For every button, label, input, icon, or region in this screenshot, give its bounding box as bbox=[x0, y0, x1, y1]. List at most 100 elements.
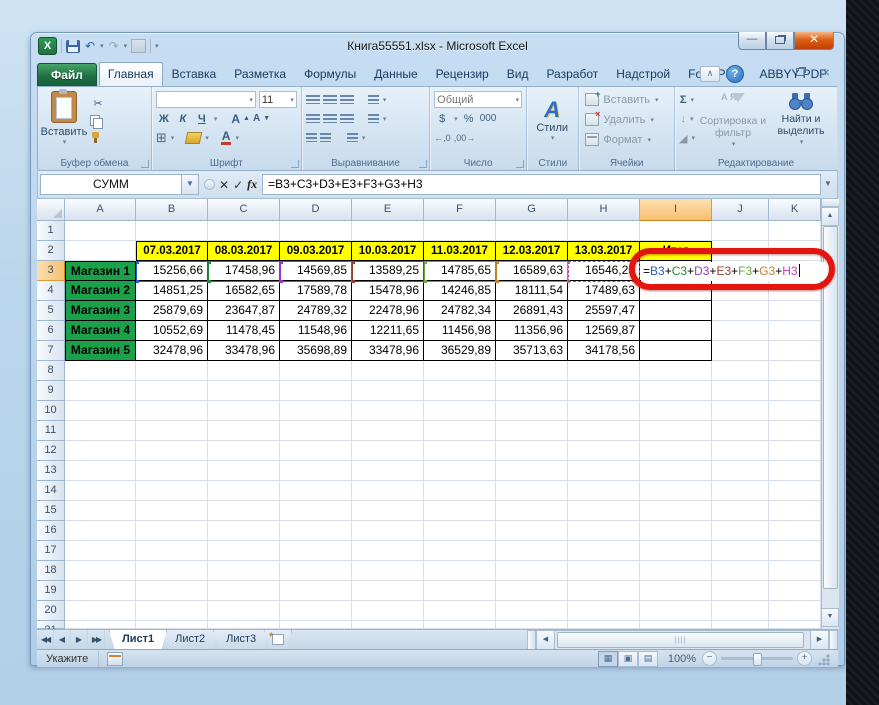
cell-K9[interactable] bbox=[769, 381, 821, 401]
cell-F15[interactable] bbox=[424, 501, 496, 521]
cell-G16[interactable] bbox=[496, 521, 568, 541]
cell-H6[interactable]: 12569,87 bbox=[568, 321, 640, 341]
cell-D14[interactable] bbox=[280, 481, 352, 501]
sheet-tab-Лист1[interactable]: Лист1 bbox=[109, 630, 167, 650]
cell-F2[interactable]: 11.03.2017 bbox=[424, 241, 496, 261]
cell-A13[interactable] bbox=[65, 461, 136, 481]
cell-E13[interactable] bbox=[352, 461, 424, 481]
tab-надстрой[interactable]: Надстрой bbox=[607, 62, 679, 86]
cell-H9[interactable] bbox=[568, 381, 640, 401]
row-header-1[interactable]: 1 bbox=[37, 221, 65, 241]
dialog-launcher-icon[interactable] bbox=[141, 160, 149, 168]
tab-разработ[interactable]: Разработ bbox=[537, 62, 607, 86]
cell-A2[interactable] bbox=[65, 241, 136, 261]
workbook-minimize-icon[interactable]: — bbox=[764, 68, 784, 80]
cell-D12[interactable] bbox=[280, 441, 352, 461]
cell-J7[interactable] bbox=[712, 341, 769, 361]
cell-B17[interactable] bbox=[136, 541, 208, 561]
column-header-C[interactable]: C bbox=[208, 199, 280, 221]
cell-G18[interactable] bbox=[496, 561, 568, 581]
cell-D16[interactable] bbox=[280, 521, 352, 541]
row-header-5[interactable]: 5 bbox=[37, 301, 65, 321]
format-cells-button[interactable]: Формат▾ bbox=[585, 130, 668, 149]
cell-B16[interactable] bbox=[136, 521, 208, 541]
cell-K12[interactable] bbox=[769, 441, 821, 461]
cell-A7[interactable]: Магазин 5 bbox=[65, 341, 136, 361]
normal-view-icon[interactable]: ▦ bbox=[598, 651, 618, 667]
row-header-11[interactable]: 11 bbox=[37, 421, 65, 441]
cell-C12[interactable] bbox=[208, 441, 280, 461]
cell-F8[interactable] bbox=[424, 361, 496, 381]
cell-G14[interactable] bbox=[496, 481, 568, 501]
cell-H11[interactable] bbox=[568, 421, 640, 441]
cell-H17[interactable] bbox=[568, 541, 640, 561]
help-icon[interactable]: ? bbox=[726, 65, 744, 83]
cell-D2[interactable]: 09.03.2017 bbox=[280, 241, 352, 261]
redo-dropdown-icon[interactable]: ▾ bbox=[124, 42, 128, 50]
cell-K21[interactable] bbox=[769, 621, 821, 629]
tab-scroll-split-handle[interactable] bbox=[527, 630, 536, 650]
insert-worksheet-button[interactable] bbox=[264, 630, 292, 650]
vertical-split-handle[interactable] bbox=[822, 199, 839, 207]
undo-icon[interactable]: ↶ bbox=[84, 38, 96, 54]
cell-B5[interactable]: 25879,69 bbox=[136, 301, 208, 321]
cell-F21[interactable] bbox=[424, 621, 496, 629]
cell-C19[interactable] bbox=[208, 581, 280, 601]
column-header-A[interactable]: A bbox=[65, 199, 136, 221]
cell-D13[interactable] bbox=[280, 461, 352, 481]
save-icon[interactable] bbox=[66, 40, 80, 53]
cell-E6[interactable]: 12211,65 bbox=[352, 321, 424, 341]
cell-K6[interactable] bbox=[769, 321, 821, 341]
cell-G21[interactable] bbox=[496, 621, 568, 629]
name-box-dropdown-icon[interactable]: ▼ bbox=[182, 174, 199, 195]
row-header-3[interactable]: 3 bbox=[37, 261, 65, 281]
cell-F7[interactable]: 36529,89 bbox=[424, 341, 496, 361]
cell-K11[interactable] bbox=[769, 421, 821, 441]
column-header-F[interactable]: F bbox=[424, 199, 496, 221]
cell-B14[interactable] bbox=[136, 481, 208, 501]
row-header-7[interactable]: 7 bbox=[37, 341, 65, 361]
name-box[interactable]: СУММ bbox=[40, 174, 182, 195]
row-header-6[interactable]: 6 bbox=[37, 321, 65, 341]
zoom-level[interactable]: 100% bbox=[664, 653, 696, 665]
previous-sheet-icon[interactable]: ◀ bbox=[54, 630, 71, 650]
cell-H4[interactable]: 17489,63 bbox=[568, 281, 640, 301]
cell-D5[interactable]: 24789,32 bbox=[280, 301, 352, 321]
cell-K20[interactable] bbox=[769, 601, 821, 621]
cell-E17[interactable] bbox=[352, 541, 424, 561]
cell-B3[interactable]: 15256,66 bbox=[136, 261, 208, 281]
dialog-launcher-icon[interactable] bbox=[516, 160, 524, 168]
cell-I19[interactable] bbox=[640, 581, 712, 601]
font-size-select[interactable]: 11▾ bbox=[259, 91, 297, 108]
borders-icon[interactable]: ⊞ bbox=[156, 131, 167, 145]
cell-J5[interactable] bbox=[712, 301, 769, 321]
cell-C5[interactable]: 23647,87 bbox=[208, 301, 280, 321]
cell-G9[interactable] bbox=[496, 381, 568, 401]
paste-button[interactable]: Вставить ▾ bbox=[40, 89, 88, 153]
tab-file[interactable]: Файл bbox=[37, 63, 97, 86]
decrease-indent-icon[interactable] bbox=[306, 133, 317, 142]
cell-G12[interactable] bbox=[496, 441, 568, 461]
cell-E10[interactable] bbox=[352, 401, 424, 421]
redo-icon[interactable]: ↷ bbox=[108, 38, 120, 54]
number-format-select[interactable]: Общий▾ bbox=[434, 91, 522, 108]
row-header-8[interactable]: 8 bbox=[37, 361, 65, 381]
cell-B1[interactable] bbox=[136, 221, 208, 241]
cell-B15[interactable] bbox=[136, 501, 208, 521]
horizontal-split-handle[interactable] bbox=[829, 630, 838, 650]
cell-C17[interactable] bbox=[208, 541, 280, 561]
cell-A17[interactable] bbox=[65, 541, 136, 561]
cell-D15[interactable] bbox=[280, 501, 352, 521]
scroll-up-icon[interactable]: ▲ bbox=[822, 207, 839, 226]
excel-logo-icon[interactable]: X bbox=[38, 37, 57, 55]
scroll-down-icon[interactable]: ▼ bbox=[822, 608, 839, 627]
cell-B9[interactable] bbox=[136, 381, 208, 401]
cell-A15[interactable] bbox=[65, 501, 136, 521]
cell-H14[interactable] bbox=[568, 481, 640, 501]
cell-H19[interactable] bbox=[568, 581, 640, 601]
cell-D3[interactable]: 14569,85 bbox=[280, 261, 352, 281]
title-bar[interactable]: X ↶▾ ↷▾ ▾ Книга55551.xlsx - Microsoft Ex… bbox=[31, 33, 844, 61]
cell-D21[interactable] bbox=[280, 621, 352, 629]
sheet-tab-Лист3[interactable]: Лист3 bbox=[213, 630, 269, 650]
cell-H12[interactable] bbox=[568, 441, 640, 461]
